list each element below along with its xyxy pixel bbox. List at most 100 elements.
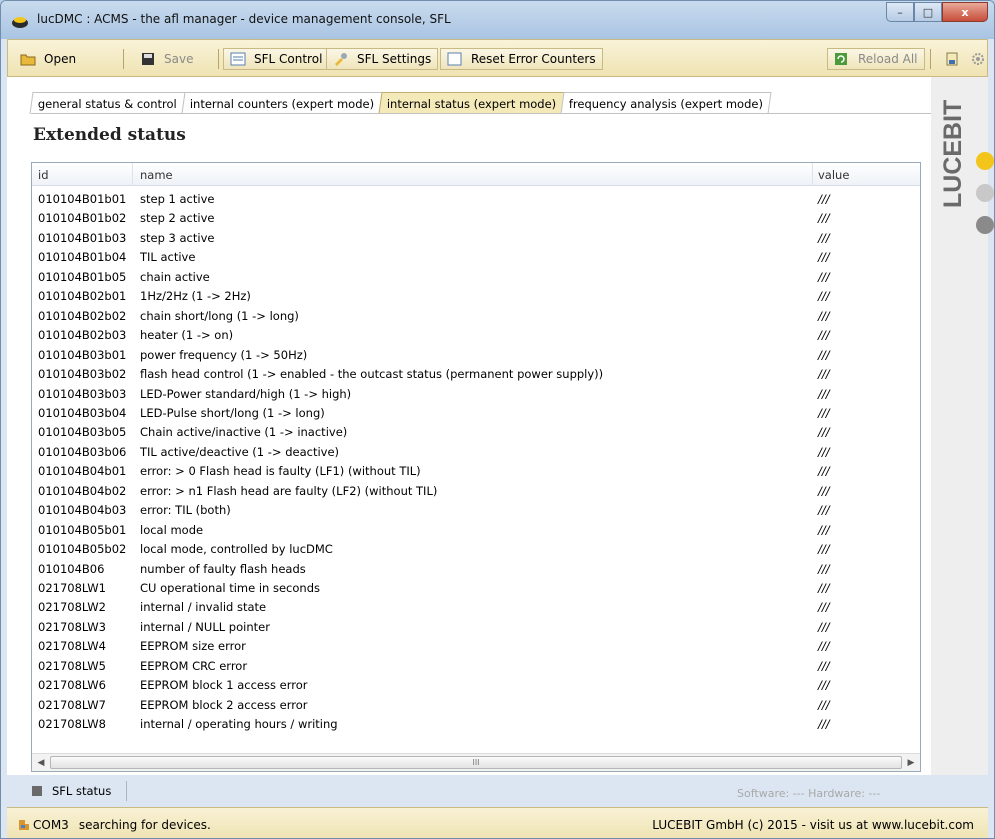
settings-button[interactable] bbox=[964, 48, 992, 70]
title-bar: lucDMC : ACMS - the afl manager - device… bbox=[1, 1, 994, 39]
table-row[interactable]: 010104B03b06 TIL active/deactive (1 -> de… bbox=[32, 443, 920, 462]
cell-id: 010104B01b02 bbox=[38, 211, 127, 226]
maximize-button[interactable]: □ bbox=[914, 2, 942, 22]
cell-value: /// bbox=[818, 289, 830, 304]
table-row[interactable]: 021708LW3 internal / NULL pointer /// bbox=[32, 618, 920, 637]
tab-general-status[interactable]: general status & control bbox=[29, 92, 186, 114]
table-row[interactable]: 010104B03b03 LED-Power standard/high (1 -… bbox=[32, 385, 920, 404]
table-row[interactable]: 010104B03b02 flash head control (1 -> ena… bbox=[32, 365, 920, 384]
table-row[interactable]: 010104B03b04 LED-Pulse short/long (1 -> l… bbox=[32, 404, 920, 423]
cell-name: chain active bbox=[140, 269, 210, 284]
cell-name: Chain active/inactive (1 -> inactive) bbox=[140, 425, 348, 440]
table-row[interactable]: 010104B04b01 error: > 0 Flash head is fau… bbox=[32, 462, 920, 481]
status-message: searching for devices. bbox=[78, 818, 211, 832]
column-header-id[interactable]: id bbox=[38, 168, 49, 182]
cell-name: power frequency (1 -> 50Hz) bbox=[140, 347, 308, 362]
cell-id: 010104B05b01 bbox=[38, 522, 127, 537]
table-row[interactable]: 021708LW6 EEPROM block 1 access error /// bbox=[32, 676, 920, 695]
table-row[interactable]: 010104B04b03 error: TIL (both) /// bbox=[32, 501, 920, 520]
save-label: Save bbox=[164, 52, 194, 66]
panel-bar: SFL status Software: --- Hardware: --- bbox=[7, 775, 988, 805]
table-row[interactable]: 010104B05b01 local mode /// bbox=[32, 521, 920, 540]
cell-name: 1Hz/2Hz (1 -> 2Hz) bbox=[140, 289, 251, 304]
table-row[interactable]: 021708LW8 internal / operating hours / wr… bbox=[32, 715, 920, 734]
table-row[interactable]: 021708LW7 EEPROM block 2 access error /// bbox=[32, 696, 920, 715]
toolbar-separator bbox=[218, 49, 219, 69]
horizontal-scrollbar[interactable]: ◀ III ▶ bbox=[32, 753, 920, 771]
table-row[interactable]: 010104B06 number of faulty flash heads /// bbox=[32, 560, 920, 579]
copyright-text: LUCEBIT GmbH (c) 2015 - visit us at www.… bbox=[652, 818, 974, 832]
cell-value: /// bbox=[818, 697, 830, 712]
tab-internal-counters[interactable]: internal counters (expert mode) bbox=[181, 92, 383, 114]
app-window: lucDMC : ACMS - the afl manager - device… bbox=[0, 0, 995, 839]
cell-name: CU operational time in seconds bbox=[140, 581, 320, 595]
table-row[interactable]: 010104B04b02 error: > n1 Flash head are f… bbox=[32, 482, 920, 501]
cell-value: /// bbox=[818, 250, 830, 265]
sfl-control-button[interactable]: SFL Control bbox=[223, 48, 330, 70]
cell-id: 021708LW7 bbox=[38, 697, 106, 712]
sfl-status-tab[interactable]: SFL status bbox=[32, 784, 111, 798]
close-button[interactable]: x bbox=[942, 2, 988, 22]
sfl-status-label: SFL status bbox=[52, 784, 112, 798]
table-row[interactable]: 010104B01b03 step 3 active /// bbox=[32, 229, 920, 248]
device-info-icon bbox=[946, 52, 958, 66]
table-row[interactable]: 010104B01b02 step 2 active /// bbox=[32, 209, 920, 228]
cell-id: 010104B02b01 bbox=[38, 289, 127, 304]
cell-id: 010104B03b05 bbox=[38, 425, 127, 440]
status-table[interactable]: id name value 010104B01b01 step 1 active /… bbox=[31, 162, 921, 772]
window-title: lucDMC : ACMS - the afl manager - device… bbox=[37, 12, 451, 26]
open-button[interactable]: Open bbox=[14, 48, 82, 70]
cell-id: 021708LW4 bbox=[38, 639, 106, 654]
table-row[interactable]: 010104B02b01 1Hz/2Hz (1 -> 2Hz) /// bbox=[32, 287, 920, 306]
cell-id: 021708LW1 bbox=[38, 581, 106, 595]
scrollbar-thumb[interactable]: III bbox=[50, 756, 902, 769]
app-icon bbox=[12, 17, 28, 28]
table-row[interactable]: 021708LW5 EEPROM CRC error /// bbox=[32, 657, 920, 676]
table-row[interactable]: 010104B02b03 heater (1 -> on) /// bbox=[32, 326, 920, 345]
cell-name: flash head control (1 -> enabled - the o… bbox=[140, 367, 604, 382]
cell-name: step 1 active bbox=[140, 192, 215, 206]
floppy-disk-icon bbox=[142, 53, 154, 65]
column-divider bbox=[132, 163, 133, 186]
brand-dot-lightgray bbox=[976, 184, 994, 202]
cell-id: 010104B03b04 bbox=[38, 405, 127, 420]
table-row[interactable]: 021708LW1 CU operational time in seconds /… bbox=[32, 579, 920, 598]
cell-value: /// bbox=[818, 503, 830, 518]
cell-name: error: > 0 Flash head is faulty (LF1) (w… bbox=[140, 464, 421, 479]
cell-value: /// bbox=[818, 483, 830, 498]
cell-value: /// bbox=[818, 269, 830, 284]
table-row[interactable]: 010104B01b04 TIL active /// bbox=[32, 248, 920, 267]
cell-value: /// bbox=[818, 425, 830, 440]
save-button[interactable]: Save bbox=[134, 48, 199, 70]
table-row[interactable]: 021708LW2 internal / invalid state /// bbox=[32, 598, 920, 617]
cell-id: 021708LW6 bbox=[38, 678, 106, 693]
table-row[interactable]: 010104B03b05 Chain active/inactive (1 -> … bbox=[32, 423, 920, 442]
reload-all-button[interactable]: Reload All bbox=[827, 48, 925, 70]
tab-bar: general status & control internal counte… bbox=[29, 92, 773, 114]
minimize-button[interactable]: – bbox=[886, 2, 914, 22]
column-header-value[interactable]: value bbox=[818, 168, 849, 182]
cell-value: /// bbox=[818, 522, 830, 537]
cell-value: /// bbox=[818, 581, 830, 595]
info-button[interactable] bbox=[938, 48, 966, 70]
scroll-right-icon[interactable]: ▶ bbox=[904, 756, 918, 770]
column-divider bbox=[812, 163, 813, 186]
table-row[interactable]: 021708LW4 EEPROM size error /// bbox=[32, 637, 920, 656]
folder-open-icon bbox=[20, 54, 36, 66]
sfl-settings-button[interactable]: SFL Settings bbox=[326, 48, 439, 70]
table-row[interactable]: 010104B02b02 chain short/long (1 -> long)… bbox=[32, 307, 920, 326]
table-row[interactable]: 010104B01b05 chain active /// bbox=[32, 268, 920, 287]
table-row[interactable]: 010104B03b01 power frequency (1 -> 50Hz) /… bbox=[32, 346, 920, 365]
scroll-left-icon[interactable]: ◀ bbox=[34, 756, 48, 770]
cell-value: /// bbox=[818, 639, 830, 654]
open-label: Open bbox=[44, 52, 77, 66]
cell-name: heater (1 -> on) bbox=[140, 328, 234, 343]
column-header-name[interactable]: name bbox=[140, 168, 173, 182]
reset-error-counters-button[interactable]: Reset Error Counters bbox=[440, 48, 603, 70]
cell-id: 021708LW8 bbox=[38, 717, 106, 732]
tab-internal-status[interactable]: internal status (expert mode) bbox=[378, 92, 565, 114]
table-row[interactable]: 010104B01b01 step 1 active /// bbox=[32, 190, 920, 209]
cell-name: LED-Pulse short/long (1 -> long) bbox=[140, 405, 325, 420]
table-row[interactable]: 010104B05b02 local mode, controlled by lu… bbox=[32, 540, 920, 559]
tab-frequency-analysis[interactable]: frequency analysis (expert mode) bbox=[560, 92, 773, 114]
